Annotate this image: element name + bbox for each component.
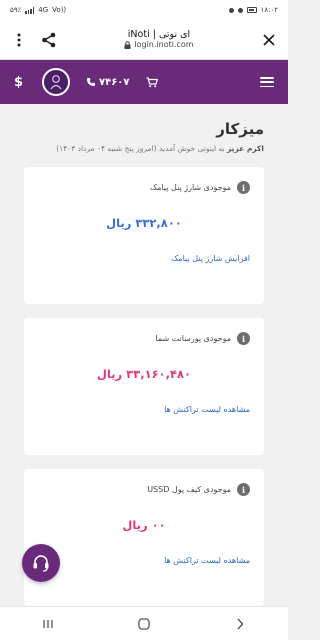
- system-navigation-bar: [0, 606, 288, 640]
- view-transactions-link[interactable]: مشاهده لیست تراکنش ها: [38, 405, 250, 414]
- browser-url-bar: iNoti | ای نوتی login.inoti.com: [0, 20, 288, 60]
- card-amount: ۳۳,۱۶۰,۴۸۰ ریال: [96, 367, 192, 381]
- share-icon[interactable]: [40, 31, 58, 49]
- phone-number: ۷۴۶۰۷: [99, 76, 130, 88]
- increase-sms-credit-link[interactable]: افزایش شارژ پنل پیامک: [38, 254, 250, 263]
- sms-credit-card: i موجودی شارژ پنل پیامک ۳۳۲,۸۰۰ ریال افز…: [24, 167, 264, 304]
- battery-percent: ۵۹٪: [10, 6, 22, 14]
- info-icon[interactable]: i: [237, 181, 250, 194]
- cart-icon[interactable]: [146, 76, 158, 88]
- ussd-wallet-card: i موجودی کیف پول USSD ۰۰ ریال مشاهده لیس…: [24, 469, 264, 606]
- back-icon[interactable]: [225, 614, 255, 634]
- status-left: ۵۹٪ 4G Vo)): [10, 6, 66, 14]
- support-button[interactable]: [22, 544, 60, 582]
- card-title: موجودی شارژ پنل پیامک: [149, 183, 231, 192]
- welcome-date: (امروز پنج شنبه ۰۴ مرداد ۱۴۰۳): [56, 144, 157, 153]
- page-info[interactable]: iNoti | ای نوتی login.inoti.com: [58, 29, 260, 51]
- page-title-tab: iNoti | ای نوتی: [127, 28, 191, 40]
- welcome-name: اکرم عزیز: [227, 144, 264, 153]
- welcome-text: به اینوتی خوش آمدید: [158, 144, 228, 153]
- more-vertical-icon[interactable]: [10, 31, 28, 49]
- network-label: 4G: [38, 6, 49, 14]
- clock: ۱۸:۰۲: [260, 6, 278, 14]
- card-header: i موجودی کیف پول USSD: [38, 483, 250, 496]
- commission-balance-card: i موجودی پورسانت شما ۳۳,۱۶۰,۴۸۰ ریال مشا…: [24, 318, 264, 455]
- battery-icon: [246, 7, 257, 13]
- card-header: i موجودی پورسانت شما: [38, 332, 250, 345]
- lock-icon: [124, 41, 131, 50]
- status-right: ۱۸:۰۲: [228, 6, 278, 14]
- volte-label: Vo)): [52, 6, 67, 14]
- recent-apps-icon[interactable]: [33, 614, 63, 634]
- settings-status-icon: [237, 7, 243, 13]
- info-icon[interactable]: i: [237, 332, 250, 345]
- phone-icon: [87, 78, 95, 86]
- home-icon[interactable]: [129, 614, 159, 634]
- notification-dot-icon: [228, 7, 234, 13]
- brand-logo-icon[interactable]: [42, 68, 70, 96]
- card-header: i موجودی شارژ پنل پیامک: [38, 181, 250, 194]
- hamburger-menu-icon[interactable]: [260, 77, 274, 87]
- page-title: میزکار: [216, 120, 264, 138]
- url-label: login.inoti.com: [134, 40, 194, 50]
- site-navbar: $ ۷۴۶۰۷: [0, 60, 288, 104]
- signal-icon: [25, 6, 35, 14]
- phone-button[interactable]: ۷۴۶۰۷: [86, 77, 130, 88]
- card-title: موجودی کیف پول USSD: [147, 485, 231, 494]
- welcome-message: اکرم عزیز به اینوتی خوش آمدید (امروز پنج…: [24, 144, 264, 153]
- headset-support-icon: [33, 555, 49, 572]
- currency-button[interactable]: $: [14, 75, 34, 90]
- card-amount: ۰۰ ریال: [122, 518, 166, 532]
- card-amount: ۳۳۲,۸۰۰ ریال: [106, 216, 182, 230]
- card-title: موجودی پورسانت شما: [155, 334, 231, 343]
- status-bar: ۵۹٪ 4G Vo)) ۱۸:۰۲: [0, 0, 288, 20]
- info-icon[interactable]: i: [237, 483, 250, 496]
- url-text: login.inoti.com: [124, 40, 194, 50]
- dashboard-content: میزکار اکرم عزیز به اینوتی خوش آمدید (ام…: [0, 120, 288, 606]
- close-icon[interactable]: [260, 31, 278, 49]
- view-transactions-link[interactable]: مشاهده لیست تراکنش ها: [38, 556, 250, 565]
